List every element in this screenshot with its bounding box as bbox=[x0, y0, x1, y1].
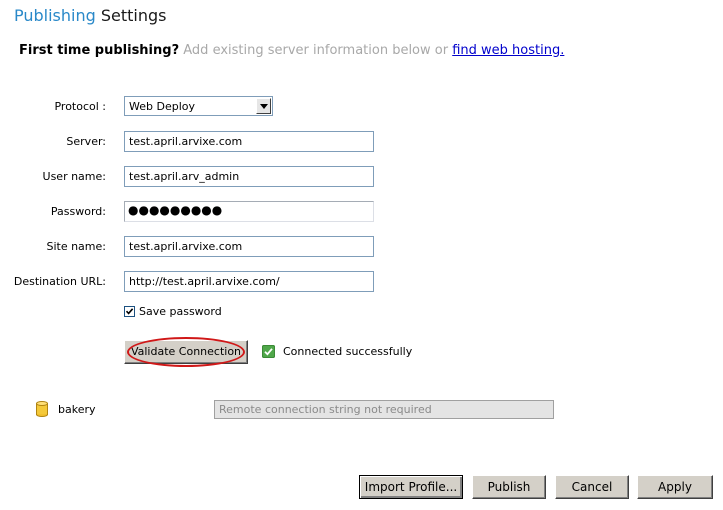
save-password-label: Save password bbox=[139, 305, 222, 318]
save-password-checkbox[interactable] bbox=[124, 306, 135, 317]
protocol-selected-value: Web Deploy bbox=[129, 100, 195, 113]
server-label: Server: bbox=[66, 135, 106, 148]
database-name: bakery bbox=[58, 403, 96, 416]
import-profile-button[interactable]: Import Profile... bbox=[359, 475, 463, 499]
server-input[interactable] bbox=[124, 131, 374, 152]
sitename-input[interactable] bbox=[124, 236, 374, 257]
connection-string-field: Remote connection string not required bbox=[214, 400, 554, 419]
intro-heading: First time publishing? bbox=[19, 43, 180, 58]
protocol-select[interactable]: Web Deploy bbox=[124, 96, 273, 116]
page-title: Publishing Settings bbox=[14, 6, 167, 26]
apply-button[interactable]: Apply bbox=[637, 475, 713, 499]
page-title-main: Settings bbox=[100, 6, 167, 25]
connection-status-text: Connected successfully bbox=[283, 345, 413, 358]
publish-button[interactable]: Publish bbox=[472, 475, 546, 499]
password-input[interactable] bbox=[124, 201, 374, 222]
intro-line: First time publishing? Add existing serv… bbox=[19, 42, 564, 60]
username-input[interactable] bbox=[124, 166, 374, 187]
page-title-accent: Publishing bbox=[14, 6, 96, 25]
desturl-label: Destination URL: bbox=[13, 275, 106, 288]
checkmark-icon bbox=[125, 308, 134, 315]
protocol-label: Protocol : bbox=[54, 100, 106, 113]
username-label: User name: bbox=[42, 170, 106, 183]
cancel-button[interactable]: Cancel bbox=[555, 475, 629, 499]
intro-hint: Add existing server information below or bbox=[183, 43, 449, 58]
password-label: Password: bbox=[50, 205, 106, 218]
database-icon bbox=[36, 401, 48, 417]
chevron-down-icon[interactable] bbox=[256, 98, 271, 114]
sitename-label: Site name: bbox=[46, 240, 106, 253]
find-web-hosting-link[interactable]: find web hosting. bbox=[452, 43, 564, 58]
desturl-input[interactable] bbox=[124, 271, 374, 292]
validate-connection-button[interactable]: Validate Connection bbox=[124, 340, 248, 364]
check-icon bbox=[262, 345, 275, 358]
